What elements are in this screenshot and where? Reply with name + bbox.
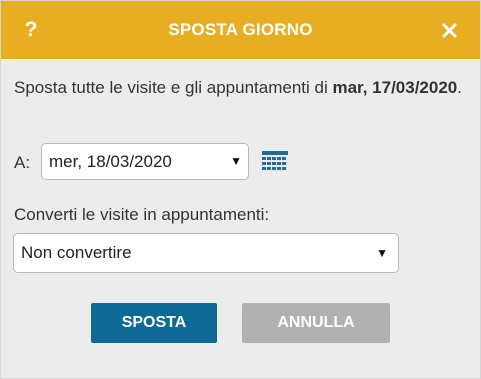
move-description: Sposta tutte le visite e gli appuntament… (14, 75, 469, 101)
description-end: . (457, 78, 462, 97)
description-text: Sposta tutte le visite e gli appuntament… (14, 78, 333, 97)
dialog-titlebar: ? SPOSTA GIORNO (1, 1, 480, 59)
target-date-select[interactable]: mer, 18/03/2020 ▼ (41, 143, 249, 180)
target-date-label: A: (14, 153, 31, 172)
cancel-button[interactable]: ANNULLA (242, 303, 390, 343)
dialog-title: SPOSTA GIORNO (168, 20, 313, 39)
convert-select[interactable]: Non convertire ▼ (13, 233, 399, 273)
close-button[interactable] (437, 15, 463, 45)
target-date-value: mer, 18/03/2020 (49, 152, 172, 171)
calendar-button[interactable] (262, 151, 288, 173)
move-button[interactable]: SPOSTA (91, 303, 217, 343)
help-button[interactable]: ? (19, 15, 43, 45)
convert-value: Non convertire (21, 243, 132, 262)
convert-label: Converti le visite in appuntamenti: (14, 205, 270, 224)
move-day-dialog: ? SPOSTA GIORNO Sposta tutte le visite e… (0, 0, 481, 379)
source-date: mar, 17/03/2020 (332, 78, 458, 97)
dropdown-arrow-icon: ▼ (376, 246, 388, 260)
dropdown-arrow-icon: ▼ (230, 154, 242, 168)
calendar-icon (262, 151, 288, 170)
close-icon (442, 23, 457, 38)
